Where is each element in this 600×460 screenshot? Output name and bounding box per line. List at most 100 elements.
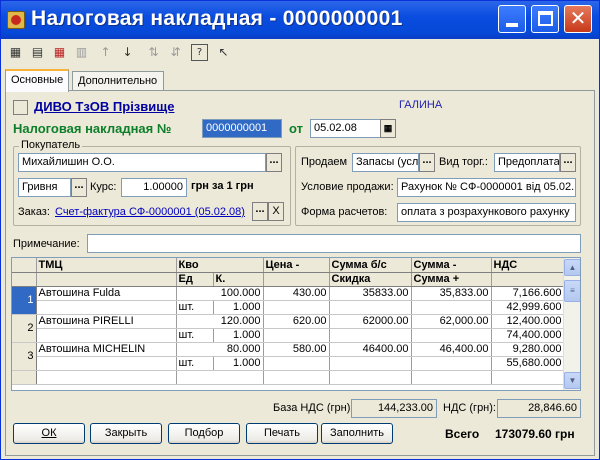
- items-grid[interactable]: ТМЦ Кво Цена - Сумма б/с Сумма - НДС Ед …: [11, 257, 581, 391]
- item-unit[interactable]: шт.: [176, 328, 214, 343]
- table-row[interactable]: 2 Автошина PIRELLI 120.000 620.00 62000.…: [12, 314, 565, 343]
- buyer-group-title: Покупатель: [19, 139, 83, 151]
- fill-button[interactable]: Заполнить: [321, 423, 393, 444]
- condition-input[interactable]: Рахунок № СФ-0000001 від 05.02.: [397, 178, 576, 197]
- item-price[interactable]: 580.00: [263, 342, 330, 357]
- item-k[interactable]: 1.000: [213, 328, 264, 343]
- scroll-thumb[interactable]: ≡: [564, 280, 580, 302]
- order-clear-button[interactable]: X: [268, 202, 284, 221]
- context-help-icon[interactable]: ↖: [215, 44, 232, 61]
- item-sum-plus[interactable]: 42,999.600: [491, 300, 565, 315]
- ok-button[interactable]: ОК: [13, 423, 85, 444]
- note-input[interactable]: [87, 234, 581, 253]
- toolbar: ▦ ▤ ▦ ▥ ↑ ↓ ⇅ ⇵ ? ↖: [5, 42, 595, 64]
- table-row[interactable]: шт. 1.000 42,999.600: [12, 300, 565, 315]
- col-header-qty[interactable]: Кво: [176, 258, 264, 273]
- rate-input[interactable]: 1.00000: [121, 178, 187, 197]
- order-link[interactable]: Счет-фактура СФ-0000001 (05.02.08): [55, 206, 245, 218]
- trade-label: Вид торг.:: [439, 156, 488, 168]
- help-icon[interactable]: ?: [191, 44, 208, 61]
- move-down-icon[interactable]: ↓: [119, 44, 136, 61]
- item-qty[interactable]: 120.000: [176, 314, 264, 329]
- calendar-icon[interactable]: ▦: [380, 119, 396, 138]
- total-value: 173079.60 грн: [495, 427, 575, 441]
- item-sum-bs[interactable]: 35833.00: [329, 286, 412, 301]
- item-vat[interactable]: 9,280.000: [491, 342, 565, 357]
- org-link[interactable]: ДИВО ТзОВ Прізвище: [34, 99, 174, 114]
- sort-asc-icon[interactable]: ⇅: [145, 44, 162, 61]
- col-header-sum-minus[interactable]: Сумма -: [411, 258, 492, 273]
- buyer-select-button[interactable]: ...: [266, 153, 282, 172]
- trade-select-button[interactable]: ...: [560, 153, 576, 172]
- table-add-icon[interactable]: ▦: [7, 44, 24, 61]
- row-number: 2: [12, 314, 37, 343]
- doc-date-input[interactable]: 05.02.08: [310, 119, 382, 138]
- scroll-up-icon[interactable]: ▲: [564, 259, 580, 276]
- doc-number-input[interactable]: 0000000001: [202, 119, 282, 138]
- item-qty[interactable]: 100.000: [176, 286, 264, 301]
- app-icon: [7, 11, 25, 29]
- buyer-name-input[interactable]: Михайлишин О.О.: [18, 153, 266, 172]
- move-up-icon[interactable]: ↑: [97, 44, 114, 61]
- item-k[interactable]: 1.000: [213, 356, 264, 371]
- item-name[interactable]: Автошина MICHELIN: [36, 342, 177, 357]
- col-header-vat[interactable]: НДС: [491, 258, 565, 273]
- item-k[interactable]: 1.000: [213, 300, 264, 315]
- close-window-button[interactable]: ✕: [564, 5, 592, 33]
- table-delete-icon[interactable]: ▦: [51, 44, 68, 61]
- table-row[interactable]: 3 Автошина MICHELIN 80.000 580.00 46400.…: [12, 342, 565, 371]
- org-checkbox[interactable]: [13, 100, 28, 115]
- item-vat[interactable]: 7,166.600: [491, 286, 565, 301]
- item-sum-plus[interactable]: 74,400.000: [491, 328, 565, 343]
- col-header-price[interactable]: Цена -: [263, 258, 330, 273]
- print-button[interactable]: Печать: [246, 423, 318, 444]
- maximize-button[interactable]: [531, 5, 559, 33]
- minimize-button[interactable]: [498, 5, 526, 33]
- trade-input[interactable]: Предоплата: [494, 153, 560, 172]
- select-button[interactable]: Подбор: [168, 423, 240, 444]
- order-select-button[interactable]: ...: [252, 202, 268, 221]
- sell-select-button[interactable]: ...: [419, 153, 435, 172]
- grid-vertical-scrollbar[interactable]: ▲ ≡ ▼: [563, 258, 580, 390]
- title-bar[interactable]: Налоговая накладная - 0000000001 ✕: [1, 1, 599, 39]
- item-qty[interactable]: 80.000: [176, 342, 264, 357]
- date-label: от: [289, 121, 303, 136]
- item-price[interactable]: 620.00: [263, 314, 330, 329]
- col-header-discount[interactable]: Скидка: [329, 272, 412, 287]
- table-copy-icon[interactable]: ▥: [73, 44, 90, 61]
- item-unit[interactable]: шт.: [176, 300, 214, 315]
- payment-label: Форма расчетов:: [301, 206, 388, 218]
- item-name[interactable]: Автошина PIRELLI: [36, 314, 177, 329]
- item-sum-bs[interactable]: 62000.00: [329, 314, 412, 329]
- table-row[interactable]: шт. 1.000 74,400.000: [12, 328, 565, 343]
- item-sum-minus[interactable]: 35,833.00: [411, 286, 492, 301]
- payment-input[interactable]: оплата з розрахункового рахунку: [397, 203, 576, 222]
- col-header-k[interactable]: К.: [213, 272, 264, 287]
- item-sum-bs[interactable]: 46400.00: [329, 342, 412, 357]
- col-header-unit[interactable]: Ед: [176, 272, 214, 287]
- scroll-down-icon[interactable]: ▼: [564, 372, 580, 389]
- item-unit[interactable]: шт.: [176, 356, 214, 371]
- col-header-sum-bs[interactable]: Сумма б/с: [329, 258, 412, 273]
- user-name: ГАЛИНА: [399, 99, 443, 111]
- col-header-item[interactable]: ТМЦ: [36, 258, 177, 273]
- table-row[interactable]: 1 Автошина Fulda 100.000 430.00 35833.00…: [12, 286, 565, 315]
- item-sum-minus[interactable]: 46,400.00: [411, 342, 492, 357]
- item-sum-plus[interactable]: 55,680.000: [491, 356, 565, 371]
- item-sum-minus[interactable]: 62,000.00: [411, 314, 492, 329]
- item-vat[interactable]: 12,400.000: [491, 314, 565, 329]
- col-header-sum-plus[interactable]: Сумма +: [411, 272, 492, 287]
- table-insert-icon[interactable]: ▤: [29, 44, 46, 61]
- sell-input[interactable]: Запасы (усл: [352, 153, 419, 172]
- total-label: Всего: [445, 427, 480, 441]
- table-row-empty[interactable]: [12, 370, 565, 385]
- close-button[interactable]: Закрыть: [90, 423, 162, 444]
- currency-select-button[interactable]: ...: [71, 178, 87, 197]
- tab-additional[interactable]: Дополнительно: [72, 71, 164, 91]
- tab-main[interactable]: Основные: [5, 69, 69, 92]
- currency-input[interactable]: Гривня: [18, 178, 71, 197]
- item-price[interactable]: 430.00: [263, 286, 330, 301]
- sort-desc-icon[interactable]: ⇵: [167, 44, 184, 61]
- item-name[interactable]: Автошина Fulda: [36, 286, 177, 301]
- table-row[interactable]: шт. 1.000 55,680.000: [12, 356, 565, 371]
